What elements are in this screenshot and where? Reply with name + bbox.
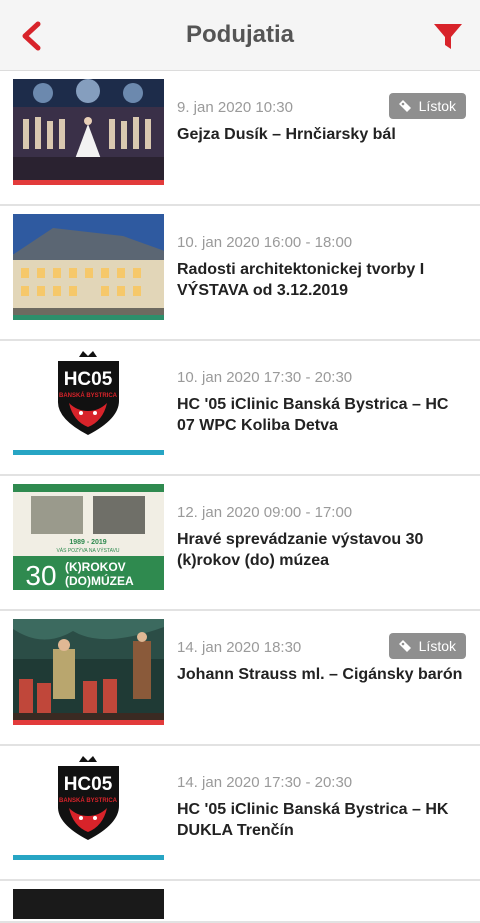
poster-invite: VÁS POZÝVA NA VÝSTAVU — [56, 547, 119, 554]
event-image — [13, 889, 164, 919]
poster-line2: (DO)MÚZEA — [65, 573, 134, 588]
event-date: 10. jan 2020 17:30 - 20:30 — [177, 369, 353, 386]
event-meta: 12. jan 2020 09:00 - 17:00 Hravé sprevád… — [177, 504, 466, 571]
historic-building-image — [13, 214, 164, 320]
category-bar — [13, 315, 164, 320]
event-date: 12. jan 2020 09:00 - 17:00 — [177, 504, 353, 521]
event-title: HC '05 iClinic Banská Bystrica – HK DUKL… — [177, 801, 449, 839]
opera-scene-image — [13, 619, 164, 725]
event-title: HC '05 iClinic Banská Bystrica – HC 07 W… — [177, 396, 449, 434]
category-bar — [13, 180, 164, 185]
back-arrow-icon[interactable] — [14, 18, 50, 54]
logo-subtext: BANSKÁ BYSTRICA — [59, 392, 118, 399]
museum-poster-image: 1989 - 2019 VÁS POZÝVA NA VÝSTAVU 30 (K)… — [13, 484, 164, 590]
filter-icon[interactable] — [432, 20, 464, 52]
event-item[interactable]: 10. jan 2020 16:00 - 18:00 Radosti archi… — [0, 206, 480, 341]
category-bar — [13, 720, 164, 725]
ticket-button[interactable]: Lístok — [388, 93, 466, 119]
event-item[interactable]: 14. jan 2020 18:30 Johann Strauss ml. – … — [0, 611, 480, 746]
hc05-logo: HC05 BANSKÁ BYSTRICA — [13, 754, 164, 860]
event-item[interactable] — [0, 881, 480, 923]
event-item[interactable]: 9. jan 2020 10:30 Gejza Dusík – Hrnčiars… — [0, 71, 480, 206]
hc05-logo: HC05 BANSKÁ BYSTRICA — [13, 349, 164, 455]
category-bar — [13, 450, 164, 455]
event-title: Gejza Dusík – Hrnčiarsky bál — [177, 126, 396, 143]
category-bar — [13, 855, 164, 860]
event-item[interactable]: HC05 BANSKÁ BYSTRICA 14. jan 2020 17:30 … — [0, 746, 480, 881]
app-header: Podujatia — [0, 0, 480, 71]
event-list: 9. jan 2020 10:30 Gejza Dusík – Hrnčiars… — [0, 71, 480, 923]
event-title: Johann Strauss ml. – Cigánsky barón — [177, 666, 463, 683]
ticket-icon — [398, 100, 411, 112]
poster-line1: (K)ROKOV — [65, 560, 126, 574]
event-title: Hravé sprevádzanie výstavou 30 (k)rokov … — [177, 531, 424, 569]
event-item[interactable]: 1989 - 2019 VÁS POZÝVA NA VÝSTAVU 30 (K)… — [0, 476, 480, 611]
event-date: 10. jan 2020 16:00 - 18:00 — [177, 234, 353, 251]
event-meta: 10. jan 2020 16:00 - 18:00 Radosti archi… — [177, 234, 466, 301]
event-title: Radosti architektonickej tvorby I VÝSTAV… — [177, 261, 425, 299]
page-title: Podujatia — [185, 21, 294, 48]
ticket-label: Lístok — [418, 98, 456, 114]
logo-text: HC05 — [64, 369, 113, 390]
event-meta: 10. jan 2020 17:30 - 20:30 HC '05 iClini… — [177, 369, 466, 436]
logo-subtext: BANSKÁ BYSTRICA — [59, 797, 118, 804]
event-meta: 14. jan 2020 17:30 - 20:30 HC '05 iClini… — [177, 774, 466, 841]
stage-ballet-image — [13, 79, 164, 185]
ticket-button[interactable]: Lístok — [388, 633, 466, 659]
poster-number: 30 — [25, 560, 56, 590]
logo-text: HC05 — [64, 774, 113, 795]
ticket-label: Lístok — [418, 638, 456, 654]
poster-years: 1989 - 2019 — [69, 539, 106, 546]
event-item[interactable]: HC05 BANSKÁ BYSTRICA 10. jan 2020 17:30 … — [0, 341, 480, 476]
event-date: 14. jan 2020 17:30 - 20:30 — [177, 774, 353, 791]
ticket-icon — [398, 640, 411, 652]
